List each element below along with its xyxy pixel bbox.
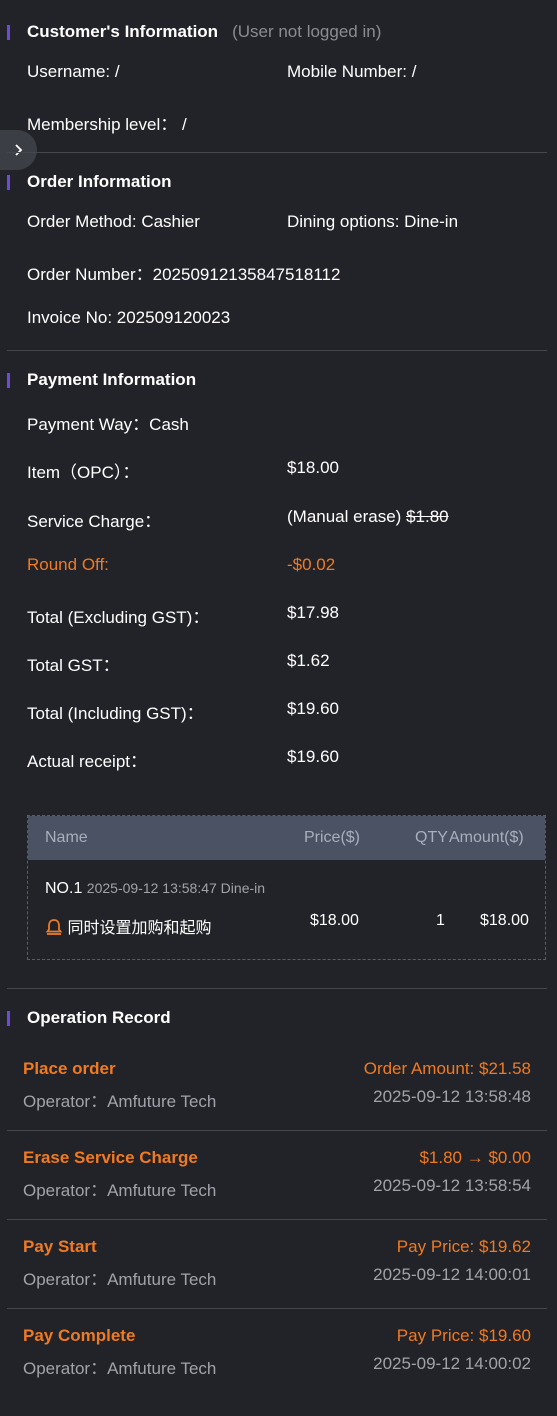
operation-record-title: Operation Record <box>27 1008 171 1027</box>
manual-erase-note: (Manual erase) <box>287 507 402 526</box>
customer-info-title: Customer's Information (User not logged i… <box>27 22 381 42</box>
item-quantity: 1 <box>436 912 445 929</box>
divider <box>7 1130 547 1131</box>
divider <box>7 988 547 989</box>
payment-info-title: Payment Information <box>27 370 197 389</box>
sidebar-toggle-button[interactable] <box>0 130 37 170</box>
section-accent-bar <box>7 1011 10 1026</box>
group-meta: 2025-09-12 13:58:47 Dine-in <box>86 880 266 896</box>
round-off-value: -$0.02 <box>287 555 336 574</box>
operation-time: 2025-09-12 13:58:54 <box>373 1176 531 1195</box>
operation-operator: Operator：Amfuture Tech <box>23 1270 217 1289</box>
column-header-price: Price($) <box>304 829 361 846</box>
order-items-table: Name Price($) QTY Amount($) NO.1 2025-09… <box>27 815 546 960</box>
login-status-note: (User not logged in) <box>232 22 382 41</box>
total-including-gst-label: Total (Including GST)： <box>27 704 204 723</box>
dining-option-field: Dining options: Dine-in <box>287 212 459 231</box>
actual-receipt-label: Actual receipt： <box>27 752 147 771</box>
service-charge-value: (Manual erase) $1.80 <box>287 507 449 527</box>
table-header: Name Price($) QTY Amount($) <box>28 816 545 860</box>
divider <box>7 350 547 351</box>
total-excluding-gst-value: $17.98 <box>287 603 339 622</box>
bell-icon <box>45 919 63 935</box>
item-price: $18.00 <box>310 912 359 929</box>
divider <box>7 1219 547 1220</box>
operation-action: Erase Service Charge <box>23 1148 198 1167</box>
item-label: Item（OPC）： <box>27 463 140 482</box>
chevron-right-icon <box>14 144 22 156</box>
operation-operator: Operator：Amfuture Tech <box>23 1359 217 1378</box>
operation-action: Place order <box>23 1059 116 1078</box>
section-accent-bar <box>7 175 10 190</box>
total-gst-label: Total GST： <box>27 656 120 675</box>
service-charge-label: Service Charge： <box>27 512 162 531</box>
operation-time: 2025-09-12 13:58:48 <box>373 1087 531 1106</box>
column-header-qty: QTY <box>415 829 448 846</box>
operation-detail: Pay Price: $19.60 <box>396 1326 531 1345</box>
order-number-field: Order Number：20250912135847518112 <box>27 265 341 284</box>
total-gst-value: $1.62 <box>287 651 330 670</box>
operation-detail: Pay Price: $19.62 <box>396 1237 531 1256</box>
section-accent-bar <box>7 25 10 40</box>
item-name: 同时设置加购和起购 <box>67 920 212 937</box>
username-field: Username: / <box>27 62 120 81</box>
operation-operator: Operator：Amfuture Tech <box>23 1181 217 1200</box>
round-off-label: Round Off: <box>27 555 109 574</box>
order-group-header: NO.1 2025-09-12 13:58:47 Dine-in <box>45 880 265 898</box>
operation-time: 2025-09-12 14:00:02 <box>373 1354 531 1373</box>
operation-detail: Order Amount: $21.58 <box>363 1059 531 1078</box>
payment-way-field: Payment Way：Cash <box>27 415 189 434</box>
total-including-gst-value: $19.60 <box>287 699 339 718</box>
table-row: 同时设置加购和起购 <box>45 914 211 938</box>
group-number: NO.1 <box>45 880 83 897</box>
operation-action: Pay Start <box>23 1237 97 1256</box>
divider <box>7 152 547 153</box>
operation-operator: Operator：Amfuture Tech <box>23 1092 217 1111</box>
invoice-number-field: Invoice No: 202509120023 <box>27 308 231 327</box>
column-header-amount: Amount($) <box>449 829 524 846</box>
operation-action: Pay Complete <box>23 1326 136 1345</box>
total-excluding-gst-label: Total (Excluding GST)： <box>27 608 210 627</box>
section-accent-bar <box>7 373 10 388</box>
mobile-number-field: Mobile Number: / <box>287 62 417 81</box>
erased-service-charge: $1.80 <box>406 507 449 526</box>
operation-detail: $1.80 → $0.00 <box>419 1148 531 1167</box>
item-value: $18.00 <box>287 458 339 477</box>
operation-time: 2025-09-12 14:00:01 <box>373 1265 531 1284</box>
order-method-field: Order Method: Cashier <box>27 212 200 231</box>
customer-info-heading: Customer's Information <box>27 22 219 41</box>
column-header-name: Name <box>45 829 88 846</box>
actual-receipt-value: $19.60 <box>287 747 339 766</box>
order-info-title: Order Information <box>27 172 172 191</box>
divider <box>7 1308 547 1309</box>
item-amount: $18.00 <box>480 912 529 929</box>
membership-level-field: Membership level： / <box>27 115 187 134</box>
